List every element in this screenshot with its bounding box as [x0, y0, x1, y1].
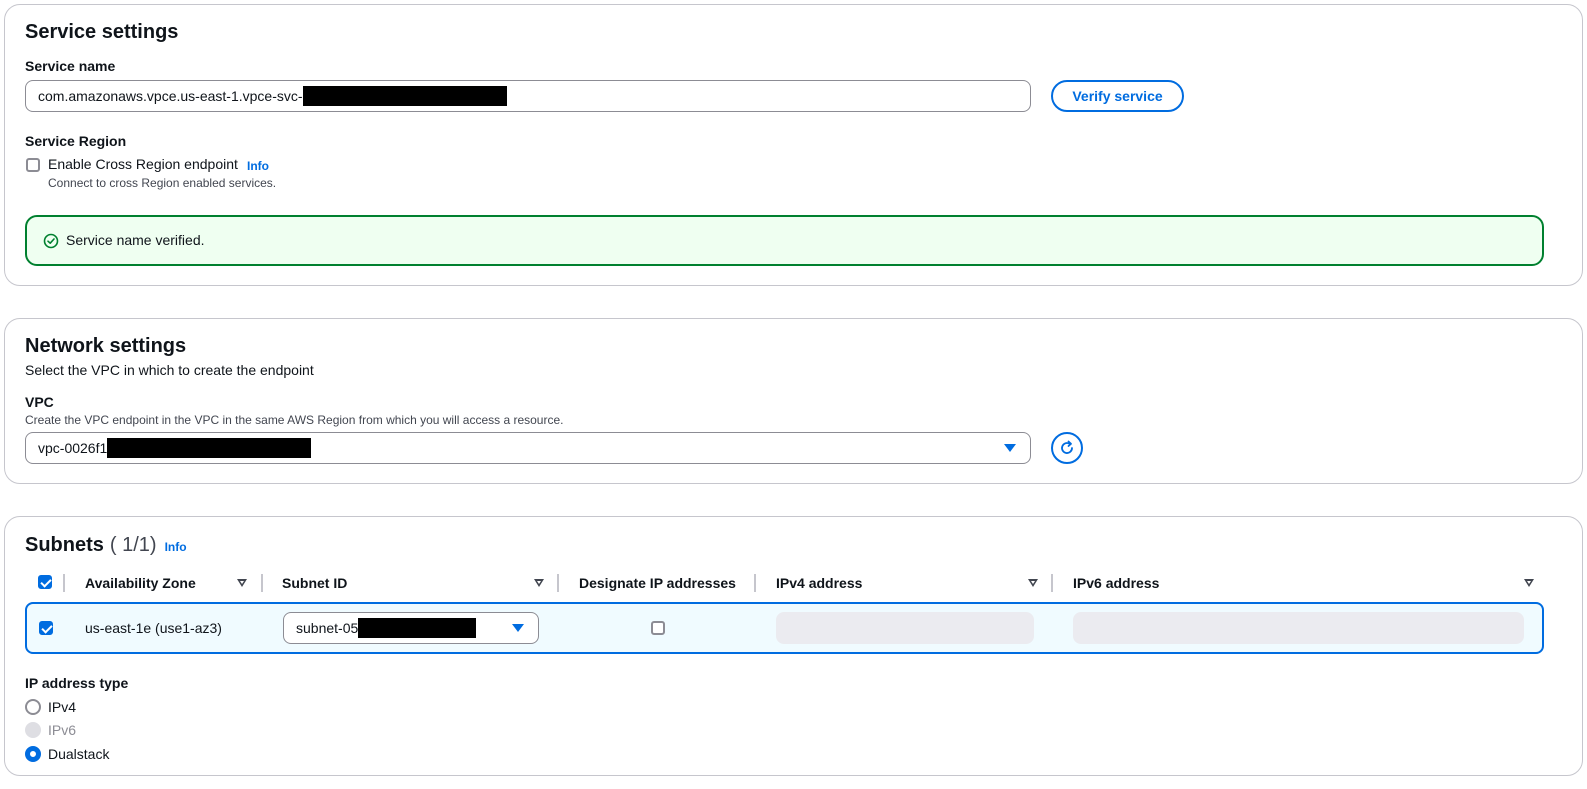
service-name-input[interactable]: com.amazonaws.vpce.us-east-1.vpce-svc- [25, 80, 1031, 112]
select-all-checkbox[interactable] [38, 575, 52, 589]
cross-region-checkbox-label[interactable]: Enable Cross Region endpoint [48, 156, 238, 172]
subnets-info-link[interactable]: Info [165, 540, 187, 554]
ipv4-address-input [776, 612, 1034, 644]
subnets-heading: Subnets [25, 534, 104, 556]
availability-zone-cell: us-east-1e (use1-az3) [85, 620, 222, 636]
cross-region-description: Connect to cross Region enabled services… [48, 176, 277, 190]
designate-ip-checkbox[interactable] [651, 621, 665, 635]
check-circle-icon [43, 233, 59, 249]
verified-alert-message: Service name verified. [66, 232, 205, 248]
radio-dualstack-label[interactable]: Dualstack [48, 746, 109, 762]
cross-region-info-link[interactable]: Info [247, 159, 269, 173]
vpc-description: Create the VPC endpoint in the VPC in th… [25, 413, 564, 427]
subnet-id-select[interactable]: subnet-05 [283, 612, 539, 644]
redacted-block [107, 438, 312, 458]
radio-dualstack[interactable] [25, 746, 41, 762]
column-separator [1051, 574, 1053, 592]
ip-address-type-label: IP address type [25, 675, 129, 691]
service-region-label: Service Region [25, 133, 127, 149]
subnets-panel: Subnets ( 1/1) Info Availability Zone Su… [4, 516, 1583, 776]
cross-region-checkbox[interactable] [26, 158, 40, 172]
radio-ipv6 [25, 722, 41, 738]
radio-ipv6-label: IPv6 [48, 722, 77, 738]
sort-icon[interactable] [1524, 579, 1534, 587]
subnets-header: Subnets ( 1/1) Info [25, 534, 187, 557]
verify-service-button[interactable]: Verify service [1051, 80, 1184, 112]
service-settings-panel: Service settings Service name com.amazon… [4, 4, 1583, 286]
chevron-down-icon [1004, 444, 1016, 452]
refresh-icon [1061, 440, 1073, 454]
ipv6-address-input [1073, 612, 1524, 644]
service-name-label: Service name [25, 58, 116, 74]
verified-alert: Service name verified. [25, 215, 1544, 266]
row-select-checkbox[interactable] [39, 621, 53, 635]
vpc-select[interactable]: vpc-0026f1 [25, 432, 1031, 464]
column-separator [63, 574, 65, 592]
sort-icon[interactable] [1028, 579, 1038, 587]
sort-icon[interactable] [534, 579, 544, 587]
subnets-count: ( 1/1) [109, 534, 157, 556]
network-settings-heading: Network settings [25, 335, 187, 357]
radio-ipv4-label[interactable]: IPv4 [48, 699, 76, 715]
column-separator [261, 574, 263, 592]
column-separator [754, 574, 756, 592]
radio-ipv4[interactable] [25, 699, 41, 715]
column-header-ipv4-address[interactable]: IPv4 address [776, 575, 862, 591]
network-settings-description: Select the VPC in which to create the en… [25, 362, 314, 378]
refresh-vpc-button[interactable] [1051, 432, 1083, 464]
column-separator [557, 574, 559, 592]
service-name-value: com.amazonaws.vpce.us-east-1.vpce-svc- [38, 88, 303, 104]
column-header-availability-zone[interactable]: Availability Zone [85, 575, 196, 591]
column-header-ipv6-address[interactable]: IPv6 address [1073, 575, 1159, 591]
vpc-label: VPC [25, 394, 54, 410]
network-settings-panel: Network settings Select the VPC in which… [4, 318, 1583, 484]
subnet-id-value: subnet-05 [296, 620, 359, 636]
sort-icon[interactable] [237, 579, 247, 587]
redacted-block [302, 86, 507, 106]
column-header-designate-ip[interactable]: Designate IP addresses [579, 575, 736, 591]
table-row[interactable]: us-east-1e (use1-az3) subnet-05 [25, 602, 1544, 654]
column-header-subnet-id[interactable]: Subnet ID [282, 575, 347, 591]
chevron-down-icon [512, 624, 524, 632]
redacted-block [358, 618, 477, 638]
vpc-value: vpc-0026f1 [38, 440, 108, 456]
service-settings-heading: Service settings [25, 21, 179, 43]
